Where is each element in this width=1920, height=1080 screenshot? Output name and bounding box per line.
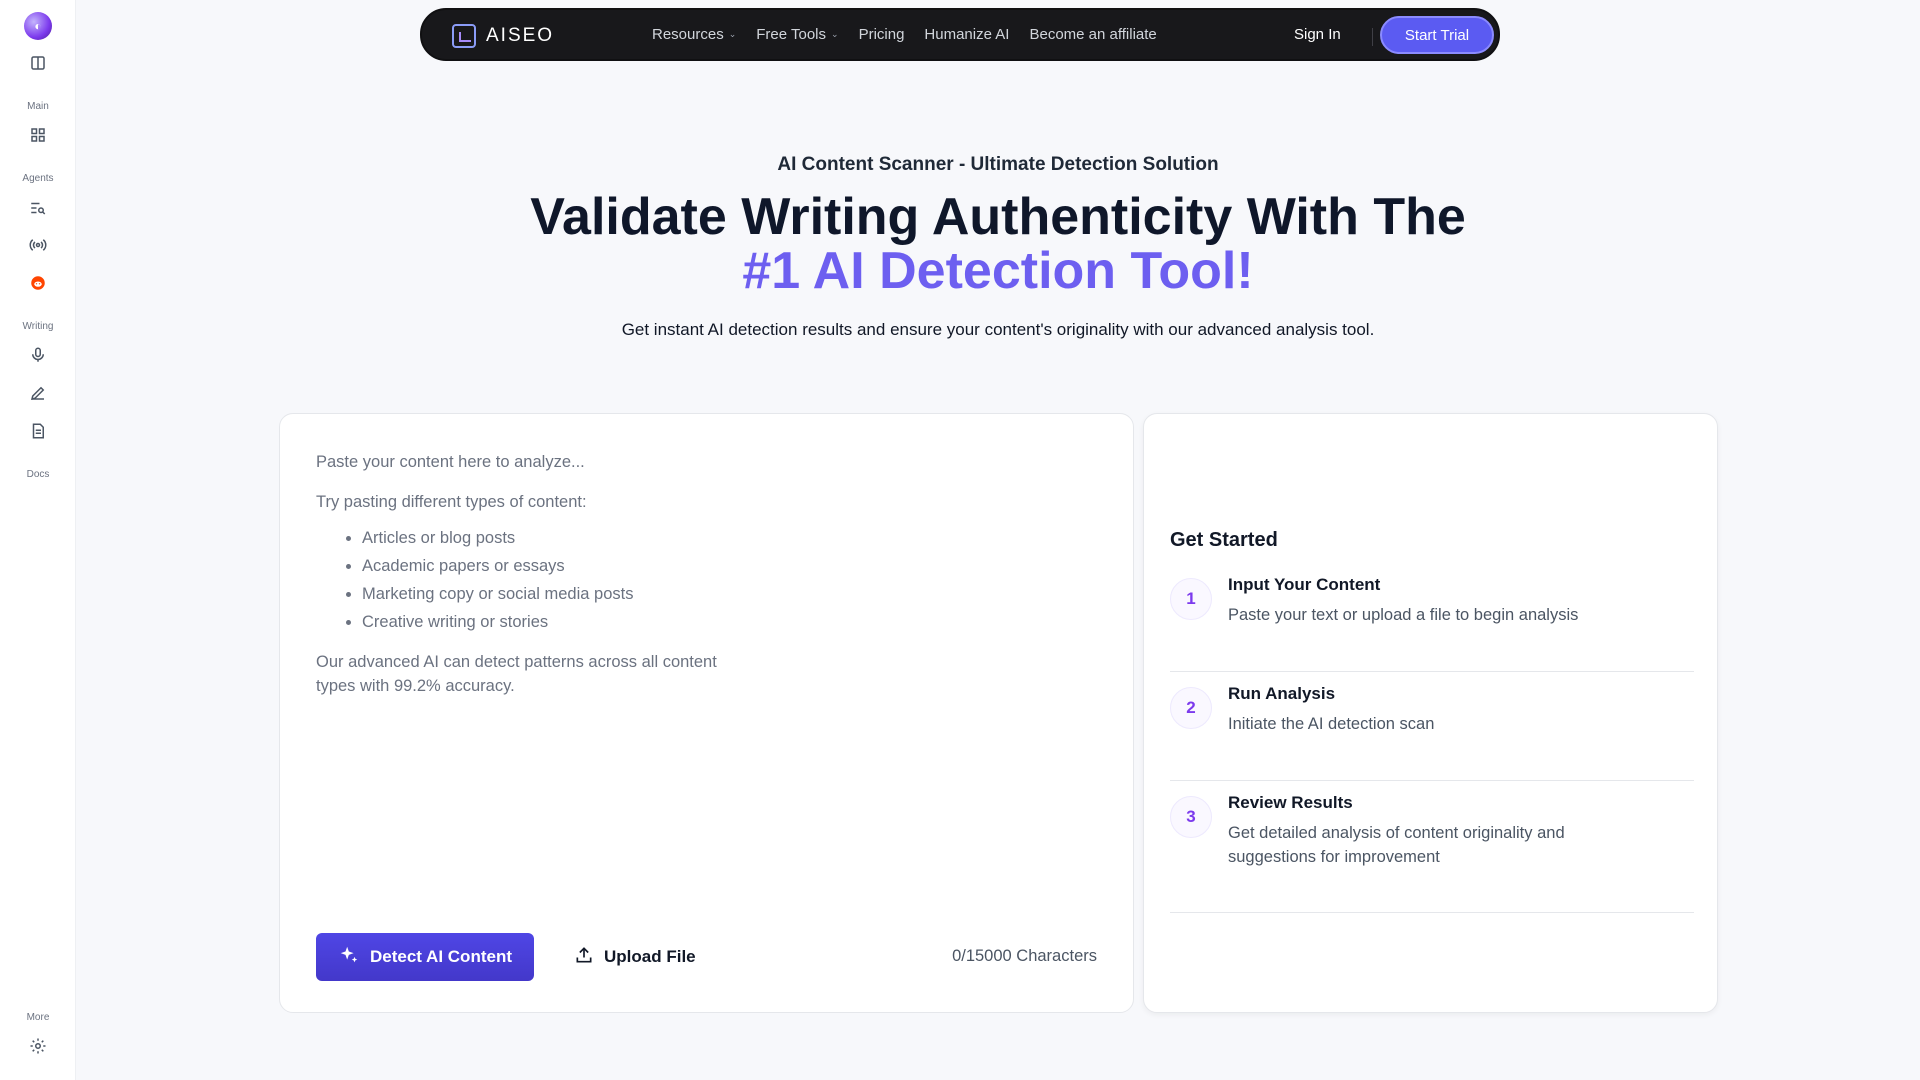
step-description: Get detailed analysis of content origina…	[1228, 824, 1565, 866]
example-list: Articles or blog posts Academic papers o…	[316, 526, 736, 634]
upload-button-label: Upload File	[604, 947, 696, 966]
character-count: 0/15000 Characters	[952, 947, 1097, 965]
detect-ai-content-button[interactable]: Detect AI Content	[316, 933, 534, 981]
grid-icon[interactable]	[26, 123, 50, 147]
brand-name: AISEO	[486, 25, 555, 46]
nav-free-tools-label: Free Tools	[756, 26, 827, 43]
hero-subtitle: Get instant AI detection results and ens…	[621, 320, 1375, 339]
nav-resources[interactable]: Resources ⌄	[652, 26, 736, 43]
upload-icon	[574, 945, 594, 970]
hero-title-line2: #1 AI Detection Tool!	[742, 242, 1254, 300]
sidebar-section-more: More	[26, 1012, 50, 1023]
step-description: Paste your text or upload a file to begi…	[1228, 606, 1579, 624]
document-icon[interactable]	[26, 419, 50, 443]
settings-icon[interactable]	[26, 1034, 50, 1058]
top-nav: AISEO Resources ⌄ Free Tools ⌄ Pricing Hum…	[420, 8, 1500, 61]
brand-logo[interactable]: AISEO	[452, 24, 554, 48]
nav-pricing[interactable]: Pricing	[859, 26, 905, 43]
upload-file-button[interactable]: Upload File	[574, 943, 696, 971]
step-number: 3	[1170, 796, 1212, 838]
nav-resources-label: Resources	[652, 26, 724, 43]
placeholder-try: Try pasting different types of content:	[316, 493, 587, 511]
content-textarea[interactable]: Paste your content here to analyze... Tr…	[316, 450, 736, 714]
nav-links: Resources ⌄ Free Tools ⌄ Pricing Humanize …	[652, 26, 1157, 43]
panel-toggle-icon[interactable]	[26, 51, 50, 75]
nav-divider	[1372, 28, 1373, 46]
microphone-icon[interactable]	[26, 343, 50, 367]
step-number: 2	[1170, 687, 1212, 729]
step-item: 2 Run Analysis Initiate the AI detection…	[1170, 684, 1694, 781]
nav-free-tools[interactable]: Free Tools ⌄	[756, 26, 838, 43]
hero-title-line1: Validate Writing Authenticity With The	[530, 188, 1466, 246]
list-item: Articles or blog posts	[362, 526, 736, 550]
list-item: Creative writing or stories	[362, 610, 736, 634]
brand-mark-icon	[452, 24, 476, 48]
placeholder-outro: Our advanced AI can detect patterns acro…	[316, 653, 717, 695]
step-title: Input Your Content	[1228, 575, 1381, 594]
chevron-down-icon: ⌄	[728, 29, 737, 39]
step-number: 1	[1170, 578, 1212, 620]
nav-humanize-ai[interactable]: Humanize AI	[924, 26, 1009, 43]
step-title: Review Results	[1228, 793, 1353, 812]
sparkle-icon	[338, 944, 360, 971]
sidebar-section-main: Main	[27, 101, 49, 112]
pen-icon[interactable]	[26, 381, 50, 405]
nav-affiliate[interactable]: Become an affiliate	[1029, 26, 1156, 43]
hero-eyebrow: AI Content Scanner - Ultimate Detection …	[777, 154, 1219, 175]
sidebar-section-docs: Docs	[26, 469, 50, 480]
start-trial-button[interactable]: Start Trial	[1380, 16, 1494, 54]
list-item: Academic papers or essays	[362, 554, 736, 578]
app-logo[interactable]: ◐	[24, 12, 52, 40]
chevron-down-icon: ⌄	[831, 29, 839, 39]
step-description: Initiate the AI detection scan	[1228, 715, 1435, 733]
step-title: Run Analysis	[1228, 684, 1336, 703]
sign-in-link[interactable]: Sign In	[1294, 26, 1341, 43]
content-input-card: Paste your content here to analyze... Tr…	[279, 413, 1134, 1013]
step-item: 1 Input Your Content Paste your text or …	[1170, 575, 1694, 672]
placeholder-intro: Paste your content here to analyze...	[316, 453, 585, 471]
get-started-card: Get Started 1 Input Your Content Paste y…	[1143, 413, 1718, 1013]
detect-button-label: Detect AI Content	[370, 947, 512, 966]
list-item: Marketing copy or social media posts	[362, 582, 736, 606]
step-item: 3 Review Results Get detailed analysis o…	[1170, 793, 1694, 913]
get-started-title: Get Started	[1170, 529, 1278, 551]
